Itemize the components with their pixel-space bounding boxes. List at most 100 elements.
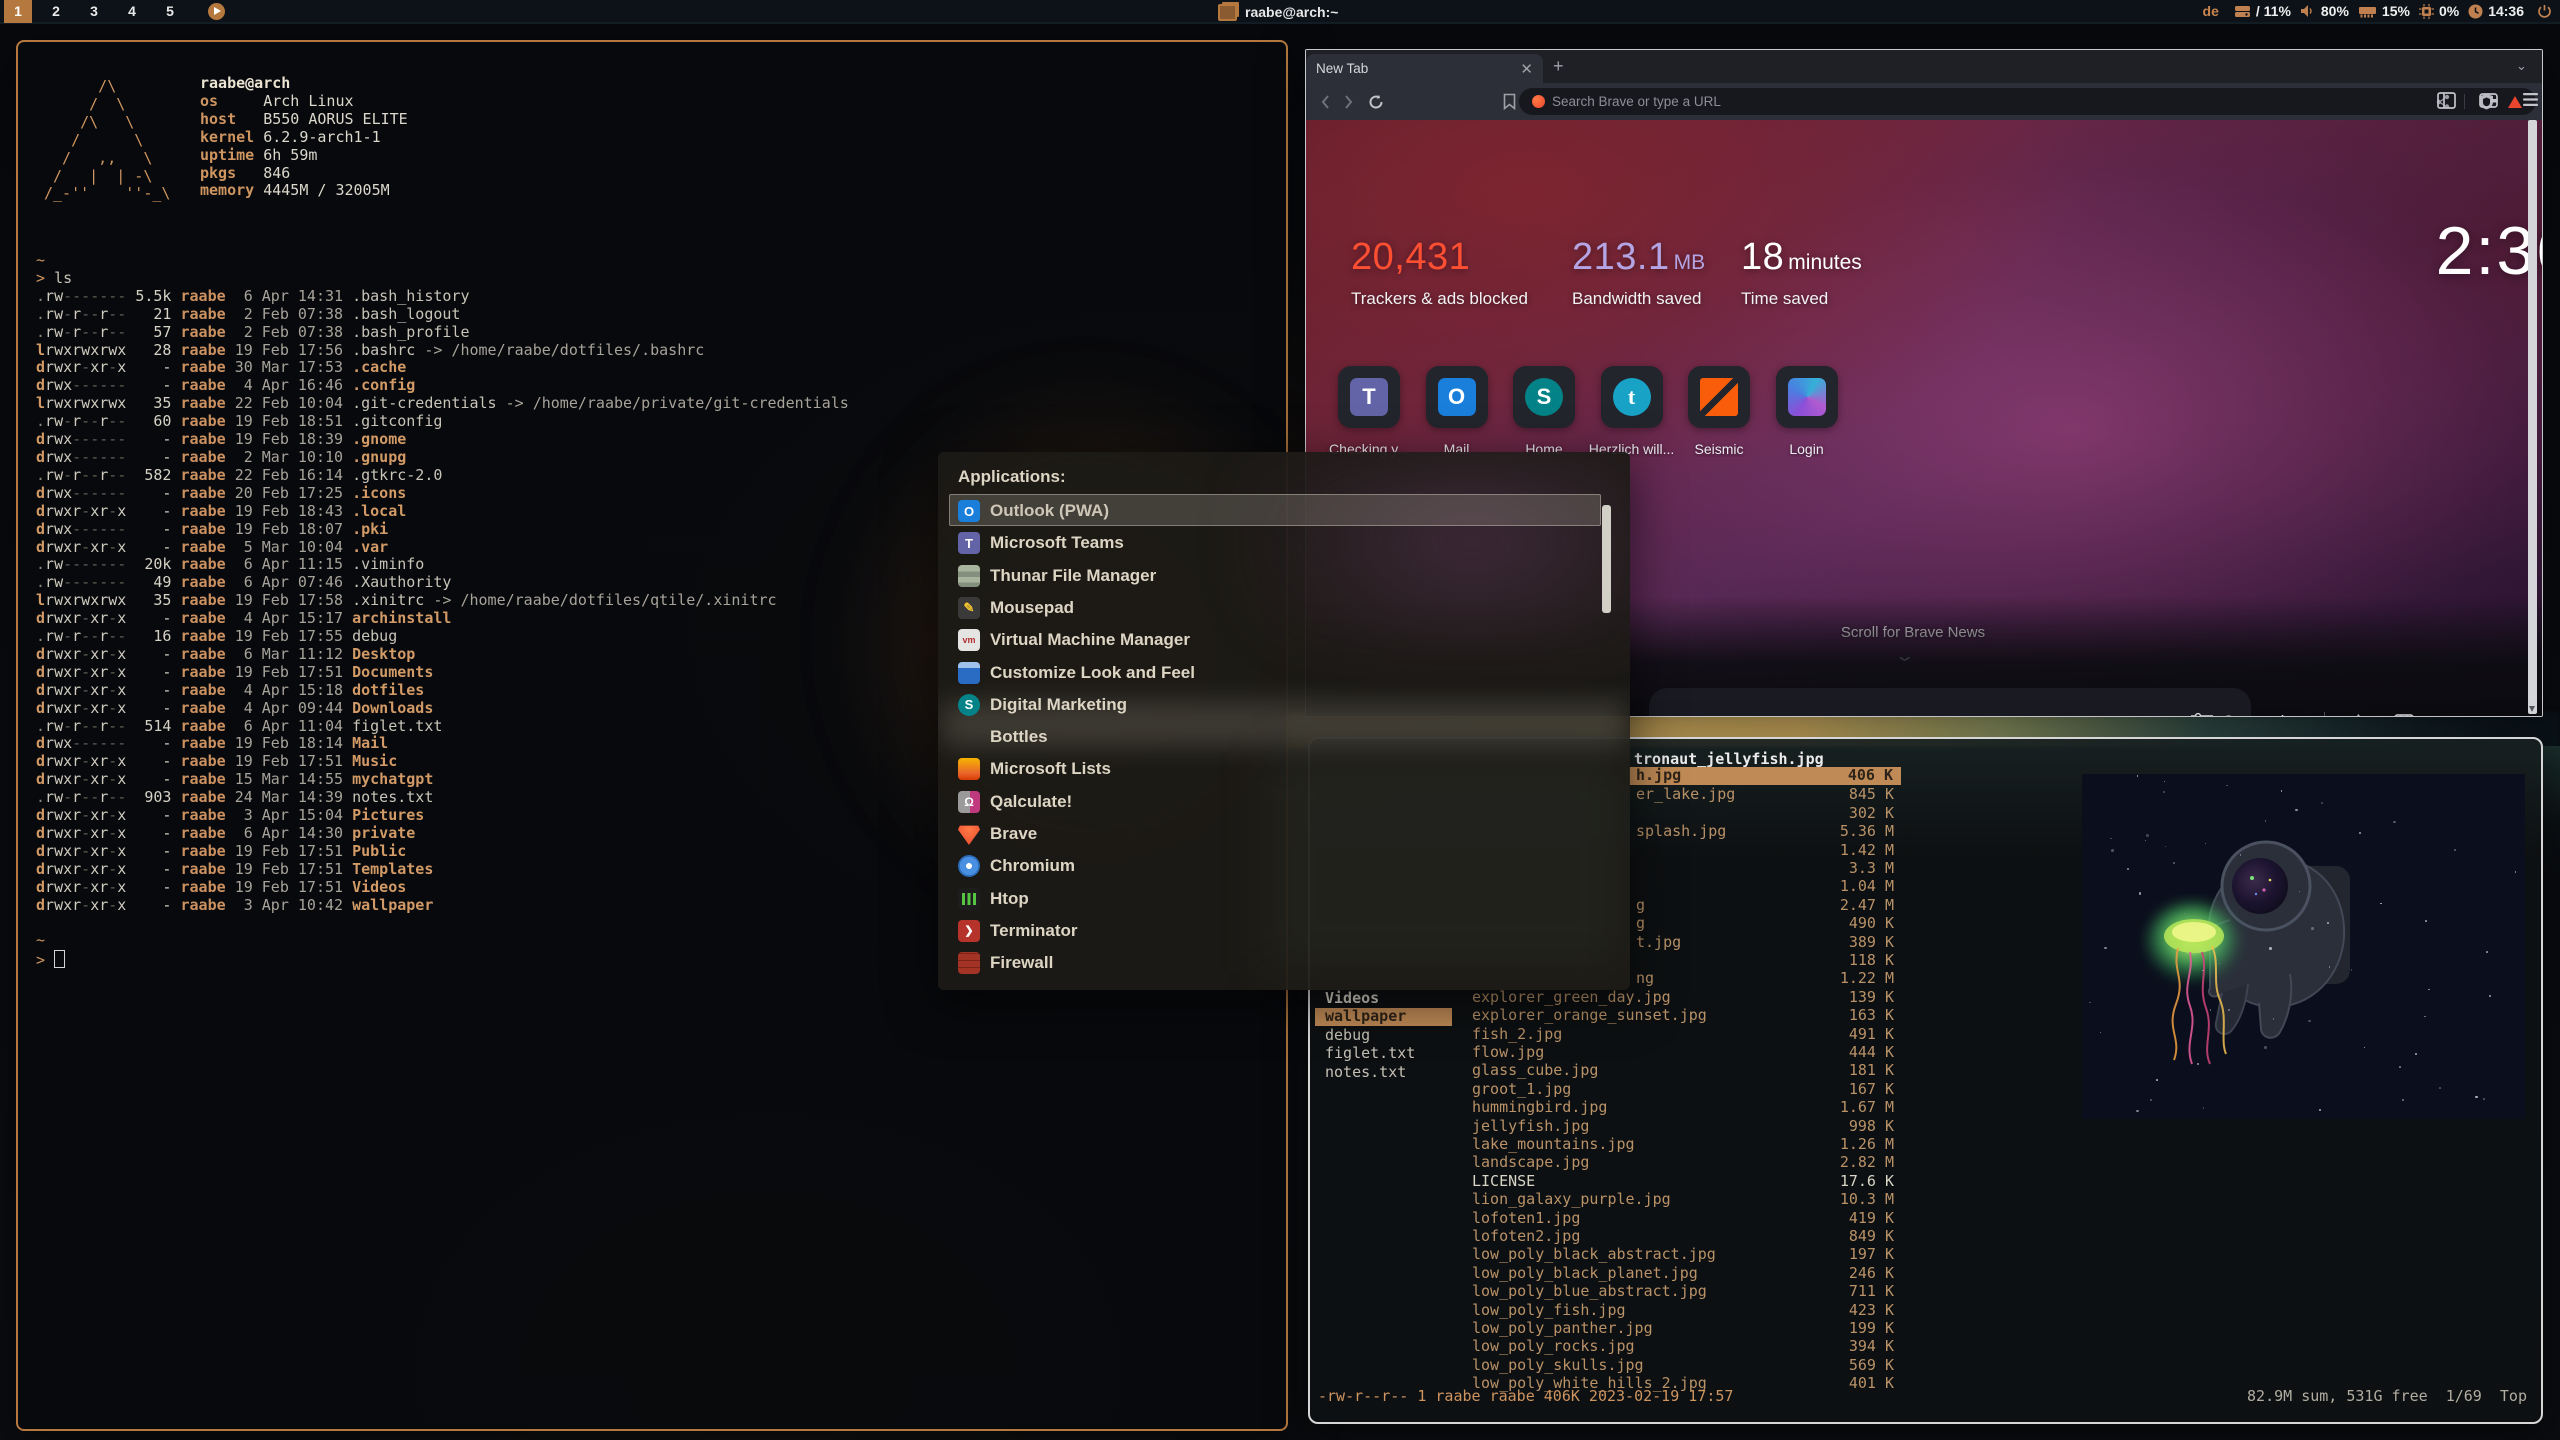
browser-scrollbar[interactable] bbox=[2528, 120, 2537, 714]
ranger-file-row[interactable]: glass_cube.jpg181 K bbox=[1310, 1062, 1901, 1080]
address-bar[interactable]: Search Brave or type a URL bbox=[1519, 88, 2536, 115]
launcher-item-mousepad[interactable]: ✎Mousepad bbox=[938, 592, 1630, 624]
launcher-item-qalculate-[interactable]: ΩQalculate! bbox=[938, 786, 1630, 818]
menu-icon[interactable] bbox=[2523, 92, 2538, 107]
ranger-file-row[interactable]: hummingbird.jpg1.67 M bbox=[1310, 1099, 1901, 1117]
scroll-down-arrow-icon[interactable] bbox=[2529, 706, 2535, 712]
ranger-file-row[interactable]: low_poly_rocks.jpg394 K bbox=[1310, 1338, 1901, 1356]
launcher-item-customize-look-and-feel[interactable]: Customize Look and Feel bbox=[938, 657, 1630, 689]
shortcut-home[interactable]: S bbox=[1513, 366, 1575, 428]
launcher-item-label: Outlook (PWA) bbox=[990, 501, 1109, 521]
ranger-file-row[interactable]: explorer_green_day.jpg139 K bbox=[1310, 989, 1901, 1007]
qtile-top-bar: 12345 raabe@arch:~ de / 11% 80% 15% 0% 1… bbox=[0, 0, 2560, 24]
ram-icon bbox=[2358, 5, 2377, 18]
clock-module[interactable]: 14:36 bbox=[2468, 3, 2524, 19]
launcher-item-htop[interactable]: Htop bbox=[938, 883, 1630, 915]
stat-2: 18minutesTime saved bbox=[1741, 236, 1862, 309]
shortcut-herzlich-will-[interactable]: t bbox=[1601, 366, 1663, 428]
settings-gear-icon[interactable] bbox=[2347, 713, 2371, 717]
wallet-icon[interactable] bbox=[2479, 92, 2498, 109]
ranger-file-row[interactable]: low_poly_panther.jpg199 K bbox=[1310, 1320, 1901, 1338]
launcher-item-microsoft-lists[interactable]: Microsoft Lists bbox=[938, 753, 1630, 785]
workspace-2[interactable]: 2 bbox=[42, 0, 70, 23]
bookmark-icon[interactable] bbox=[1503, 93, 1516, 110]
launcher-item-label: Microsoft Teams bbox=[990, 533, 1124, 553]
volume-module[interactable]: 80% bbox=[2300, 3, 2349, 19]
ranger-file-row[interactable]: explorer_orange_sunset.jpg163 K bbox=[1310, 1007, 1901, 1025]
ranger-file-row[interactable]: low_poly_black_planet.jpg246 K bbox=[1310, 1265, 1901, 1283]
ranger-file-row[interactable]: flow.jpg444 K bbox=[1310, 1044, 1901, 1062]
ls-row: .rw-r--r-- 514 raabe 6 Apr 11:04 figlet.… bbox=[36, 718, 849, 736]
launcher-item-firewall[interactable]: Firewall bbox=[938, 947, 1630, 979]
tab-new-tab[interactable]: New Tab ✕ bbox=[1306, 54, 1543, 83]
ranger-file-row[interactable]: low_poly_black_abstract.jpg197 K bbox=[1310, 1246, 1901, 1264]
ls-row: drwxr-xr-x - raabe 5 Mar 10:04 .var bbox=[36, 539, 849, 557]
shortcut-checking-y-[interactable]: T bbox=[1338, 366, 1400, 428]
ls-row: drwx------ - raabe 19 Feb 18:39 .gnome bbox=[36, 431, 849, 449]
shortcut-label: Login bbox=[1747, 441, 1867, 457]
workspace-3[interactable]: 3 bbox=[80, 0, 108, 23]
ranger-file-row[interactable]: fish_2.jpg491 K bbox=[1310, 1026, 1901, 1044]
sidebar-icon[interactable] bbox=[2437, 92, 2456, 109]
brave-news-peek-card[interactable] bbox=[1649, 688, 2251, 717]
launcher-item-outlook-pwa-[interactable]: OOutlook (PWA) bbox=[938, 495, 1630, 527]
launcher-item-label: Customize Look and Feel bbox=[990, 663, 1195, 683]
new-tab-button[interactable]: + bbox=[1553, 56, 1564, 77]
launcher-item-terminator[interactable]: ❯Terminator bbox=[938, 915, 1630, 947]
keyboard-layout[interactable]: de bbox=[2203, 3, 2219, 19]
back-icon[interactable] bbox=[1320, 94, 1330, 110]
ls-row: drwxr-xr-x - raabe 19 Feb 17:51 Videos bbox=[36, 879, 849, 897]
launcher-item-label: Htop bbox=[990, 889, 1029, 909]
memory-module[interactable]: 15% bbox=[2358, 3, 2410, 19]
bookmarks-icon[interactable] bbox=[2393, 713, 2415, 717]
launcher-item-microsoft-teams[interactable]: TMicrosoft Teams bbox=[938, 527, 1630, 559]
ranger-file-row[interactable]: lofoten2.jpg849 K bbox=[1310, 1228, 1901, 1246]
shortcut-login[interactable] bbox=[1776, 366, 1838, 428]
browser-toolbar: Search Brave or type a URL bbox=[1306, 83, 2542, 120]
launcher-item-chromium[interactable]: Chromium bbox=[938, 850, 1630, 882]
ranger-file-row[interactable]: groot_1.jpg167 K bbox=[1310, 1081, 1901, 1099]
launcher-scrollbar[interactable] bbox=[1602, 505, 1611, 613]
workspace-4[interactable]: 4 bbox=[118, 0, 146, 23]
tab-search-chevron-icon[interactable]: ⌄ bbox=[2516, 58, 2527, 74]
brave-icon bbox=[958, 823, 980, 845]
shortcut-mail[interactable]: O bbox=[1426, 366, 1488, 428]
brave-rewards-icon[interactable] bbox=[2508, 96, 2522, 108]
launcher-item-thunar-file-manager[interactable]: Thunar File Manager bbox=[938, 560, 1630, 592]
mousepad-icon: ✎ bbox=[958, 597, 980, 619]
ranger-file-row[interactable]: lake_mountains.jpg1.26 M bbox=[1310, 1136, 1901, 1154]
ranger-selected-file[interactable]: h.jpg406 K bbox=[1629, 767, 1901, 785]
tab-close-icon[interactable]: ✕ bbox=[1520, 60, 1533, 78]
disk-module[interactable]: / 11% bbox=[2234, 3, 2291, 19]
ranger-file-row[interactable]: low_poly_skulls.jpg569 K bbox=[1310, 1357, 1901, 1375]
launcher-item-digital-marketing[interactable]: SDigital Marketing bbox=[938, 689, 1630, 721]
history-icon[interactable] bbox=[2437, 713, 2461, 717]
cpu-module[interactable]: 0% bbox=[2419, 3, 2459, 19]
shortcut-seismic[interactable] bbox=[1688, 366, 1750, 428]
customize-button[interactable]: Customize bbox=[2191, 712, 2302, 717]
launcher-item-virtual-machine-manager[interactable]: vmVirtual Machine Manager bbox=[938, 624, 1630, 656]
application-launcher-menu[interactable]: Applications: OOutlook (PWA)TMicrosoft T… bbox=[938, 452, 1630, 990]
ranger-file-row[interactable]: low_poly_fish.jpg423 K bbox=[1310, 1302, 1901, 1320]
layout-indicator-icon[interactable] bbox=[208, 3, 225, 20]
ranger-file-row[interactable]: lion_galaxy_purple.jpg10.3 M bbox=[1310, 1191, 1901, 1209]
power-button[interactable] bbox=[2537, 4, 2552, 19]
launcher-item-label: Microsoft Lists bbox=[990, 759, 1111, 779]
ranger-file-row[interactable]: landscape.jpg2.82 M bbox=[1310, 1154, 1901, 1172]
ls-row: drwxr-xr-x - raabe 19 Feb 17:51 Music bbox=[36, 753, 849, 771]
launcher-item-brave[interactable]: Brave bbox=[938, 818, 1630, 850]
tab-title: New Tab bbox=[1316, 61, 1368, 76]
reload-icon[interactable] bbox=[1368, 94, 1384, 110]
ranger-file-row[interactable]: lofoten1.jpg419 K bbox=[1310, 1210, 1901, 1228]
ls-row: drwxr-xr-x - raabe 6 Apr 14:30 private bbox=[36, 825, 849, 843]
screenshot-camera-icon[interactable] bbox=[2483, 714, 2510, 717]
forward-icon[interactable] bbox=[1344, 94, 1354, 110]
thunar-icon bbox=[958, 565, 980, 587]
stat-1: 213.1MBBandwidth saved bbox=[1572, 236, 1705, 309]
ranger-file-row[interactable]: LICENSE17.6 K bbox=[1310, 1173, 1901, 1191]
ranger-file-row[interactable]: low_poly_blue_abstract.jpg711 K bbox=[1310, 1283, 1901, 1301]
workspace-1[interactable]: 1 bbox=[4, 0, 32, 23]
launcher-item-bottles[interactable]: Bottles bbox=[938, 721, 1630, 753]
ranger-file-row[interactable]: jellyfish.jpg998 K bbox=[1310, 1118, 1901, 1136]
workspace-5[interactable]: 5 bbox=[156, 0, 184, 23]
